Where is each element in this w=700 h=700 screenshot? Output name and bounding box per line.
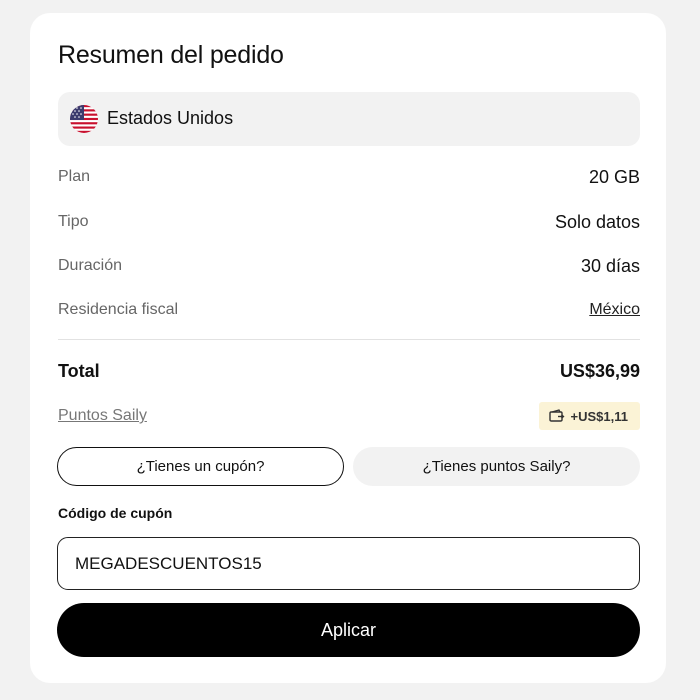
coupon-points-tabs: ¿Tienes un cupón? ¿Tienes puntos Saily? (57, 447, 641, 486)
total-label: Total (58, 361, 100, 381)
total-value: US$36,99 (559, 361, 640, 381)
duration-row: Duración 30 días (58, 255, 640, 279)
country-selector: Estados Unidos (58, 92, 640, 146)
wallet-icon (548, 409, 565, 423)
coupon-code-label: Código de cupón (58, 505, 173, 521)
saily-points-link[interactable]: Puntos Saily (58, 407, 147, 425)
order-summary-card: Resumen del pedido Estados Unidos Plan 2… (30, 13, 666, 683)
tax-residence-row: Residencia fiscal México (58, 299, 640, 323)
tab-saily-points[interactable]: ¿Tienes puntos Saily? (353, 447, 640, 486)
type-value: Solo datos (554, 212, 640, 232)
duration-value: 30 días (580, 256, 640, 276)
country-name: Estados Unidos (107, 108, 234, 128)
saily-points-badge-value: +US$1,11 (570, 408, 628, 424)
tax-residence-link[interactable]: México (589, 301, 640, 319)
order-summary-title: Resumen del pedido (58, 41, 284, 69)
tab-coupon[interactable]: ¿Tienes un cupón? (57, 447, 344, 486)
total-row: Total US$36,99 (58, 360, 640, 384)
plan-label: Plan (58, 168, 91, 185)
tax-residence-label: Residencia fiscal (58, 301, 179, 318)
us-flag-icon (70, 105, 98, 133)
summary-divider (58, 339, 640, 340)
plan-row: Plan 20 GB (58, 166, 640, 190)
saily-points-badge: +US$1,11 (538, 402, 640, 430)
apply-button[interactable]: Aplicar (57, 603, 640, 657)
duration-label: Duración (58, 257, 123, 274)
coupon-code-input[interactable] (57, 537, 640, 590)
type-label: Tipo (58, 213, 89, 230)
plan-value: 20 GB (588, 167, 640, 187)
saily-points-row: Puntos Saily +US$1,11 (58, 402, 640, 430)
type-row: Tipo Solo datos (58, 211, 640, 235)
